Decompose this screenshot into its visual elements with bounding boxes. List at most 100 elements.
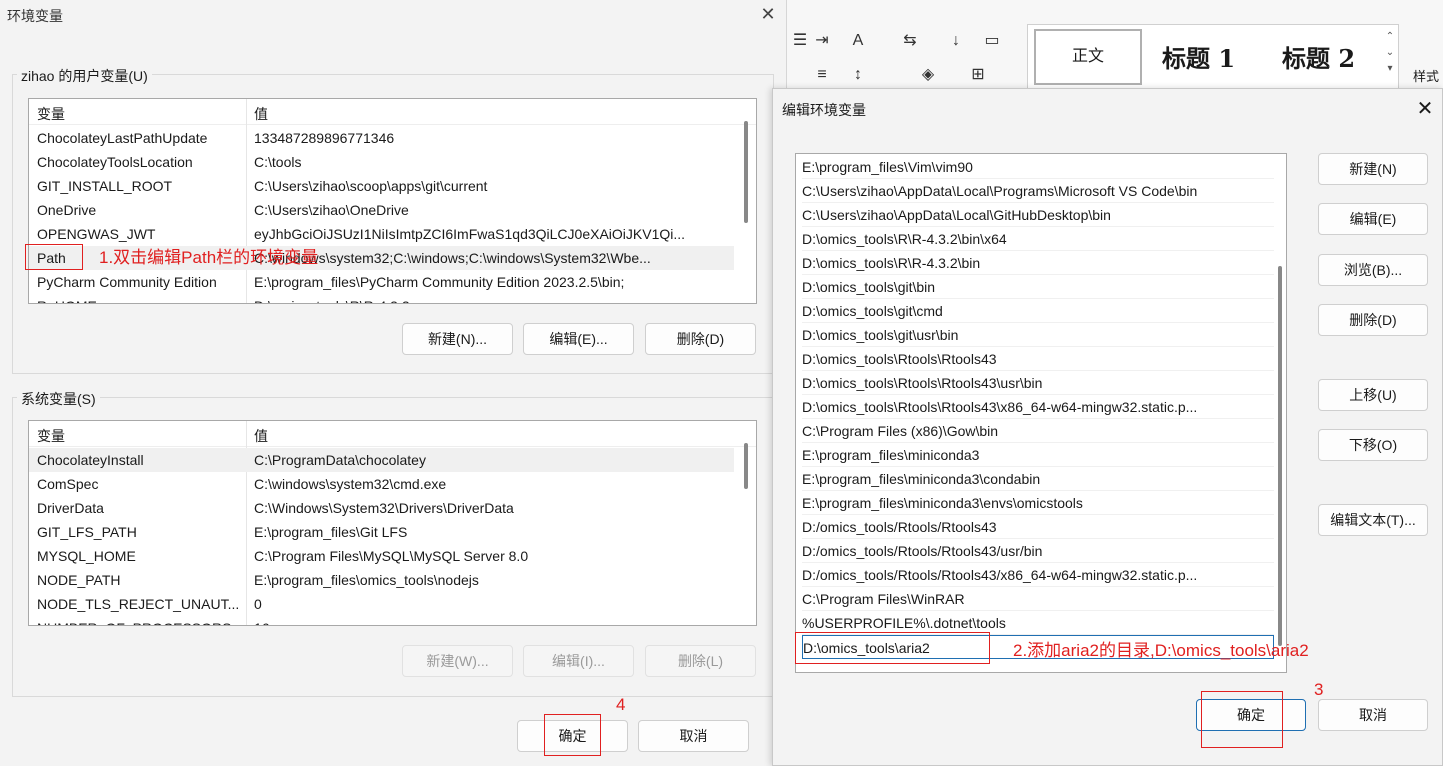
shading-icon[interactable]: ◈	[915, 64, 941, 86]
path-item[interactable]: C:\Program Files (x86)\Gow\bin	[802, 419, 1274, 443]
table-row[interactable]: ChocolateyToolsLocation C:\tools	[29, 150, 734, 174]
system-vars-list[interactable]: 变量 值 ChocolateyInstall C:\ProgramData\cho…	[28, 420, 757, 626]
scrollbar[interactable]	[744, 121, 748, 223]
style-normal[interactable]: 正文	[1034, 29, 1142, 85]
path-item[interactable]: D:\omics_tools\R\R-4.3.2\bin\x64	[802, 227, 1274, 251]
col-header-var[interactable]: 变量	[37, 426, 65, 446]
user-new-button[interactable]: 新建(N)...	[402, 323, 513, 355]
text-direction-icon[interactable]: ⇆	[897, 30, 923, 52]
path-item[interactable]: D:\omics_tools\git\cmd	[802, 299, 1274, 323]
system-delete-button[interactable]: 删除(L)	[645, 645, 756, 677]
table-row[interactable]: GIT_LFS_PATH E:\program_files\Git LFS	[29, 520, 734, 544]
table-row[interactable]: ComSpec C:\windows\system32\cmd.exe	[29, 472, 734, 496]
table-row[interactable]: PyCharm Community Edition E:\program_file…	[29, 270, 734, 294]
table-row[interactable]: MYSQL_HOME C:\Program Files\MySQL\MySQL S…	[29, 544, 734, 568]
var-name: ChocolateyLastPathUpdate	[37, 130, 208, 146]
var-value: 133487289896771346	[254, 130, 395, 146]
path-item[interactable]: E:\program_files\miniconda3\condabin	[802, 467, 1274, 491]
path-item[interactable]: E:\program_files\miniconda3\envs\omicsto…	[802, 491, 1274, 515]
indent-icon[interactable]: ⇥	[809, 30, 835, 52]
list-header: 变量 值	[29, 421, 756, 447]
path-item[interactable]: C:\Program Files\WinRAR	[802, 587, 1274, 611]
style-heading1[interactable]: 标题 1	[1162, 39, 1235, 74]
table-row[interactable]: GIT_INSTALL_ROOT C:\Users\zihao\scoop\app…	[29, 174, 734, 198]
col-header-val[interactable]: 值	[254, 426, 268, 446]
table-row[interactable]: NODE_PATH E:\program_files\omics_tools\no…	[29, 568, 734, 592]
table-row[interactable]: ChocolateyLastPathUpdate 1334872898967713…	[29, 126, 734, 150]
var-value: E:\program_files\Git LFS	[254, 524, 408, 540]
user-vars-list[interactable]: 变量 值 ChocolateyLastPathUpdate 13348728989…	[28, 98, 757, 304]
env-cancel-button[interactable]: 取消	[638, 720, 749, 752]
path-item[interactable]: E:\program_files\miniconda3	[802, 443, 1274, 467]
edit-env-variable-dialog: 编辑环境变量 ✕ E:\program_files\Vim\vim90 C:\Us…	[772, 88, 1443, 766]
annotation-box-aria2	[795, 632, 990, 664]
table-row[interactable]: R_HOME D:\omics_tools\R\R-4.3.2	[29, 294, 734, 303]
styles-group-label: 样式	[1413, 69, 1440, 84]
system-edit-button[interactable]: 编辑(I)...	[523, 645, 634, 677]
annotation-box-ok	[544, 714, 601, 756]
user-delete-button[interactable]: 删除(D)	[645, 323, 756, 355]
move-down-button[interactable]: 下移(O)	[1318, 429, 1428, 461]
annotation-step3: 3	[1314, 680, 1324, 699]
path-item[interactable]: D:\omics_tools\Rtools\Rtools43\usr\bin	[802, 371, 1274, 395]
path-item[interactable]: D:\omics_tools\R\R-4.3.2\bin	[802, 251, 1274, 275]
var-name: OneDrive	[37, 202, 97, 218]
path-list[interactable]: E:\program_files\Vim\vim90 C:\Users\zihao…	[795, 153, 1287, 673]
move-up-button[interactable]: 上移(U)	[1318, 379, 1428, 411]
table-row[interactable]: OneDrive C:\Users\zihao\OneDrive	[29, 198, 734, 222]
table-row[interactable]: ChocolateyInstall C:\ProgramData\chocolat…	[29, 448, 734, 472]
var-value: C:\ProgramData\chocolatey	[254, 452, 426, 468]
close-icon[interactable]: ✕	[758, 4, 778, 24]
gallery-scroll-icon[interactable]: ⌃ ⌄ ▾	[1384, 29, 1396, 77]
var-value: E:\program_files\omics_tools\nodejs	[254, 572, 479, 588]
close-icon[interactable]: ✕	[1413, 97, 1437, 121]
var-value: C:\Windows\System32\Drivers\DriverData	[254, 500, 514, 516]
path-item[interactable]: D:/omics_tools/Rtools/Rtools43/x86_64-w6…	[802, 563, 1274, 587]
path-item[interactable]: D:/omics_tools/Rtools/Rtools43	[802, 515, 1274, 539]
var-name: ChocolateyToolsLocation	[37, 154, 193, 170]
path-item[interactable]: E:\program_files\Vim\vim90	[802, 155, 1274, 179]
path-item[interactable]: C:\Users\zihao\AppData\Local\Programs\Mi…	[802, 179, 1274, 203]
col-header-val[interactable]: 值	[254, 104, 268, 124]
var-value: E:\program_files\PyCharm Community Editi…	[254, 274, 625, 290]
table-row[interactable]: DriverData C:\Windows\System32\Drivers\Dr…	[29, 496, 734, 520]
var-value: D:\omics_tools\R\R-4.3.2	[254, 294, 732, 303]
path-item[interactable]: D:\omics_tools\Rtools\Rtools43\x86_64-w6…	[802, 395, 1274, 419]
borders-icon[interactable]: ⊞	[965, 64, 991, 86]
distribute-icon[interactable]: ≡	[809, 64, 835, 86]
edit-text-button[interactable]: 编辑文本(T)...	[1318, 504, 1428, 536]
system-new-button[interactable]: 新建(W)...	[402, 645, 513, 677]
scrollbar[interactable]	[1278, 266, 1282, 646]
table-row[interactable]: NODE_TLS_REJECT_UNAUT... 0	[29, 592, 734, 616]
edit-cancel-button[interactable]: 取消	[1318, 699, 1428, 731]
path-new-button[interactable]: 新建(N)	[1318, 153, 1428, 185]
style-gallery[interactable]: 正文 标题 1 标题 2 ⌃ ⌄ ▾	[1027, 24, 1399, 90]
col-header-var[interactable]: 变量	[37, 104, 65, 124]
var-value: C:\Users\zihao\OneDrive	[254, 202, 409, 218]
path-item[interactable]: C:\Users\zihao\AppData\Local\GitHubDeskt…	[802, 203, 1274, 227]
annotation-step4: 4	[616, 695, 626, 714]
path-item[interactable]: D:\omics_tools\Rtools\Rtools43	[802, 347, 1274, 371]
path-browse-button[interactable]: 浏览(B)...	[1318, 254, 1428, 286]
scrollbar[interactable]	[744, 443, 748, 489]
var-value: C:\windows\system32;C:\windows;C:\window…	[254, 250, 651, 266]
path-item[interactable]: D:\omics_tools\git\usr\bin	[802, 323, 1274, 347]
var-value: C:\windows\system32\cmd.exe	[254, 476, 447, 492]
var-name: GIT_INSTALL_ROOT	[37, 178, 173, 194]
var-name: ComSpec	[37, 476, 99, 492]
border-icon[interactable]: ▭	[979, 30, 1005, 52]
edit-dialog-title: 编辑环境变量	[782, 102, 866, 118]
path-edit-button[interactable]: 编辑(E)	[1318, 203, 1428, 235]
line-spacing-icon[interactable]: ↕	[845, 64, 871, 86]
text-effect-icon[interactable]: A	[845, 30, 871, 52]
sort-icon[interactable]: ↓	[943, 30, 969, 52]
style-heading2[interactable]: 标题 2	[1282, 39, 1355, 74]
path-delete-button[interactable]: 删除(D)	[1318, 304, 1428, 336]
path-item[interactable]: D:\omics_tools\git\bin	[802, 275, 1274, 299]
user-edit-button[interactable]: 编辑(E)...	[523, 323, 634, 355]
var-value: 16	[254, 616, 732, 625]
path-item[interactable]: D:/omics_tools/Rtools/Rtools43/usr/bin	[802, 539, 1274, 563]
table-row[interactable]: NUMBER_OF_PROCESSORS 16	[29, 616, 734, 625]
var-name: DriverData	[37, 500, 104, 516]
dialog-title: 环境变量	[7, 8, 63, 24]
